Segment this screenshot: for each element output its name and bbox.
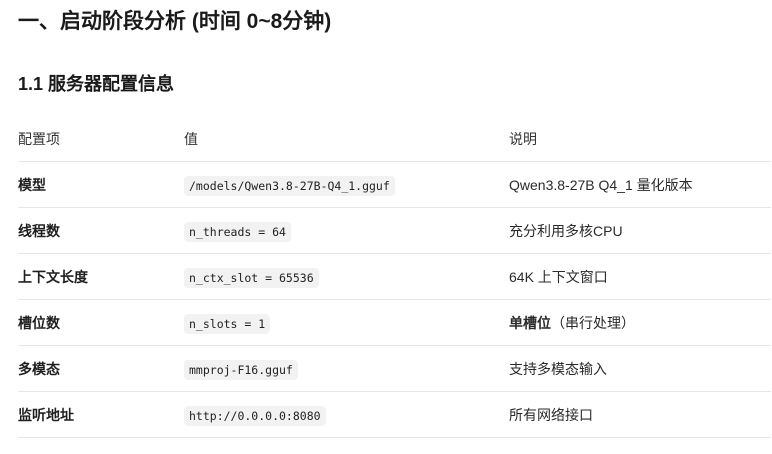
row-description: 所有网络接口 bbox=[509, 391, 771, 438]
server-config-table: 配置项 值 说明 模型 /models/Qwen3.8-27B-Q4_1.ggu… bbox=[18, 116, 771, 438]
table-header-row: 配置项 值 说明 bbox=[18, 116, 771, 162]
row-value-cell: n_threads = 64 bbox=[184, 207, 509, 254]
row-key: 监听地址 bbox=[18, 391, 184, 438]
table-row: 模型 /models/Qwen3.8-27B-Q4_1.gguf Qwen3.8… bbox=[18, 161, 771, 208]
table-row: 监听地址 http://0.0.0.0:8080 所有网络接口 bbox=[18, 391, 771, 438]
row-description: Qwen3.8-27B Q4_1 量化版本 bbox=[509, 161, 771, 208]
document-page: 一、启动阶段分析 (时间 0~8分钟) 1.1 服务器配置信息 配置项 值 说明… bbox=[0, 0, 772, 454]
subsection-heading: 1.1 服务器配置信息 bbox=[18, 74, 175, 94]
section-heading: 一、启动阶段分析 (时间 0~8分钟) bbox=[18, 10, 332, 33]
row-description: 64K 上下文窗口 bbox=[509, 253, 771, 300]
row-key: 线程数 bbox=[18, 207, 184, 254]
row-value-cell: http://0.0.0.0:8080 bbox=[184, 391, 509, 438]
row-description-emphasis: 单槽位 bbox=[509, 314, 551, 331]
row-key: 上下文长度 bbox=[18, 253, 184, 300]
header-config-item: 配置项 bbox=[18, 116, 184, 162]
row-value-code: n_ctx_slot = 65536 bbox=[184, 267, 319, 288]
row-description: 单槽位（串行处理） bbox=[509, 299, 771, 346]
row-value-cell: mmproj-F16.gguf bbox=[184, 345, 509, 392]
row-value-code: mmproj-F16.gguf bbox=[184, 359, 298, 380]
row-description: 充分利用多核CPU bbox=[509, 207, 771, 254]
header-value: 值 bbox=[184, 116, 509, 162]
row-description-rest: （串行处理） bbox=[551, 314, 635, 331]
table-row: 多模态 mmproj-F16.gguf 支持多模态输入 bbox=[18, 345, 771, 392]
row-value-cell: /models/Qwen3.8-27B-Q4_1.gguf bbox=[184, 161, 509, 208]
row-value-code: http://0.0.0.0:8080 bbox=[184, 405, 326, 426]
row-value-code: /models/Qwen3.8-27B-Q4_1.gguf bbox=[184, 175, 395, 196]
table-row: 槽位数 n_slots = 1 单槽位（串行处理） bbox=[18, 299, 771, 346]
row-description: 支持多模态输入 bbox=[509, 345, 771, 392]
header-description: 说明 bbox=[509, 116, 771, 162]
table-row: 上下文长度 n_ctx_slot = 65536 64K 上下文窗口 bbox=[18, 253, 771, 300]
row-key: 多模态 bbox=[18, 345, 184, 392]
row-key: 模型 bbox=[18, 161, 184, 208]
row-value-code: n_slots = 1 bbox=[184, 313, 271, 334]
table-row: 线程数 n_threads = 64 充分利用多核CPU bbox=[18, 207, 771, 254]
row-key: 槽位数 bbox=[18, 299, 184, 346]
row-value-cell: n_slots = 1 bbox=[184, 299, 509, 346]
row-value-cell: n_ctx_slot = 65536 bbox=[184, 253, 509, 300]
row-value-code: n_threads = 64 bbox=[184, 221, 291, 242]
